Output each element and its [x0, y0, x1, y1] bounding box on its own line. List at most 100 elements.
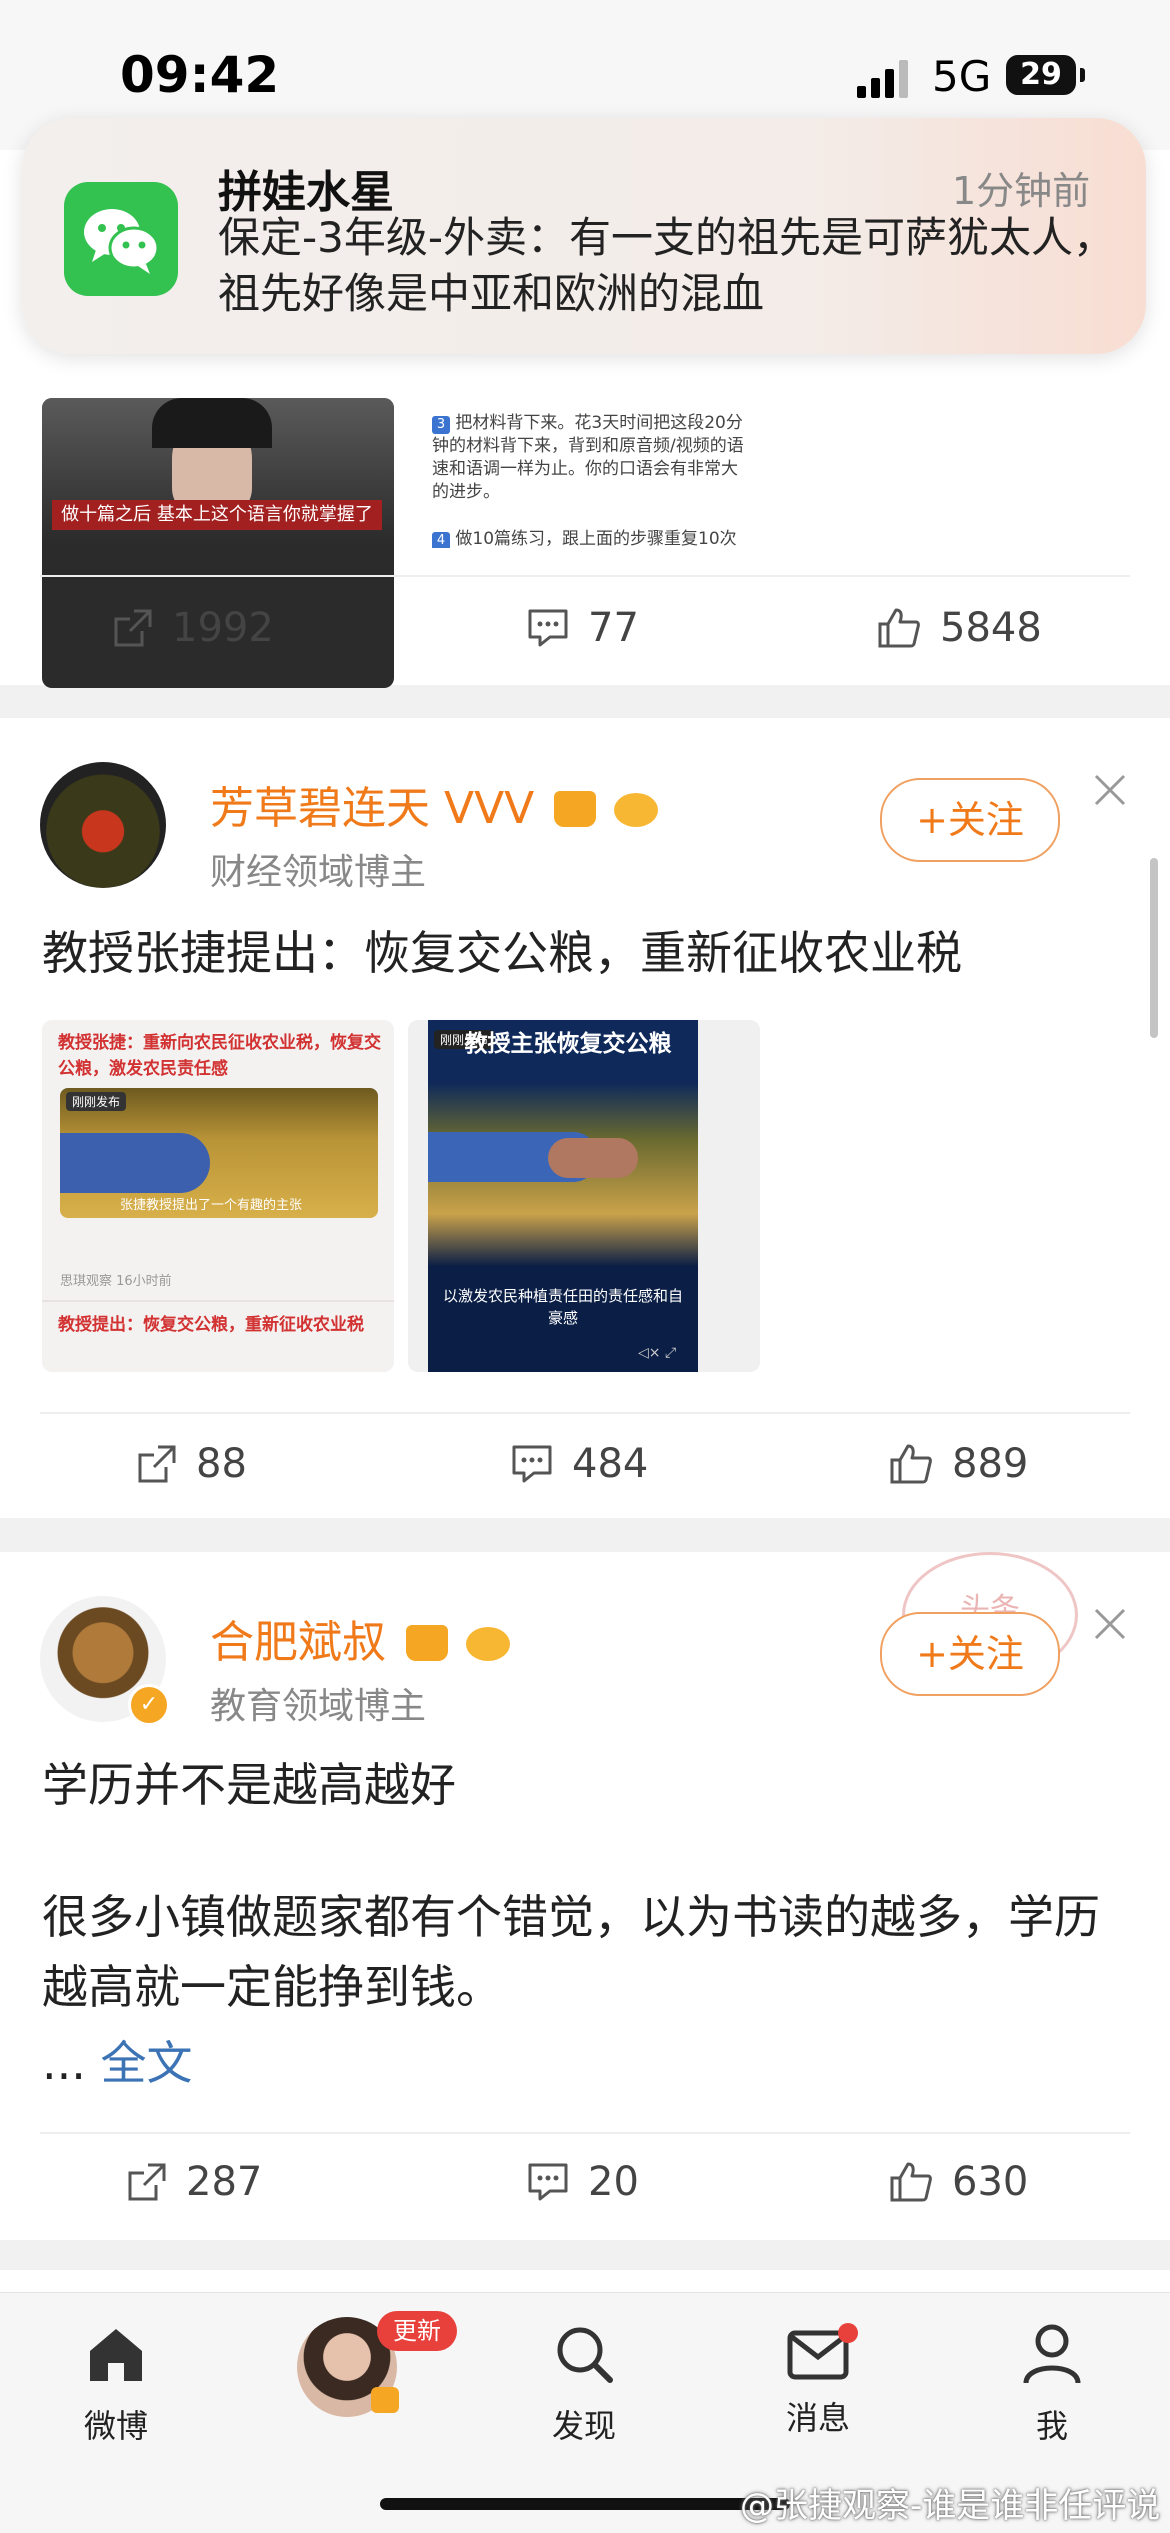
post-card-2: 芳草碧连天 VVV 财经领域博主 +关注 教授张捷提出：恢复交公粮，重新征收农业… [0, 718, 1170, 1518]
image1-headline: 教授张捷：重新向农民征收农业税，恢复交公粮，激发农民责任感 [58, 1033, 381, 1079]
notification-message: 保定-3年级-外卖：有一支的祖先是可萨犹太人，祖先好像是中亚和欧洲的混血 [218, 213, 1116, 318]
follow-button[interactable]: +关注 [880, 1612, 1060, 1696]
thumbs-up-icon [890, 2162, 932, 2202]
post-text-line-1: 学历并不是越高越好 [42, 1758, 456, 1812]
doc-text-line-2: 做10篇练习，跟上面的步骤重复10次 [455, 529, 737, 548]
thumbs-up-icon [890, 1444, 932, 1484]
tab-messages[interactable]: 消息 [748, 2323, 888, 2439]
profile-icon [1023, 2324, 1081, 2384]
tab-discover-label: 发现 [551, 2407, 616, 2445]
comment-icon [528, 609, 568, 647]
comment-count: 20 [588, 2159, 639, 2205]
network-type: 5G [932, 52, 992, 101]
update-badge: 更新 [377, 2311, 457, 2351]
search-icon [557, 2327, 613, 2383]
image1-footer: 教授提出：恢复交公粮，重新征收农业税 [58, 1315, 364, 1335]
source-watermark: @张捷观察-谁是谁非任评说 [740, 2486, 1161, 2526]
share-count: 287 [186, 2159, 263, 2205]
image1-caption: 张捷教授提出了一个有趣的主张 [120, 1198, 303, 1213]
sleeve-shape [60, 1133, 210, 1193]
wechat-icon [64, 182, 178, 296]
comment-count: 77 [588, 605, 639, 651]
post2-image-1[interactable]: 教授张捷：重新向农民征收农业税，恢复交公粮，激发农民责任感 刚刚发布 张捷教授提… [42, 1020, 394, 1372]
wheat-photo: 刚刚发布 张捷教授提出了一个有趣的主张 [60, 1088, 378, 1218]
tab-home[interactable]: 微博 [46, 2323, 186, 2447]
scrollbar[interactable] [1150, 858, 1158, 1038]
comment-icon [528, 2163, 568, 2201]
share-button[interactable]: 88 [136, 1404, 247, 1524]
fish-badge-icon [466, 1627, 510, 1661]
image1-badge: 刚刚发布 [66, 1092, 127, 1111]
username[interactable]: 芳草碧连天 VVV [210, 772, 659, 836]
post1-doc-text: 3 把材料背下来。花3天时间把这段20分钟的材料背下来，背到和原音频/视频的语速… [432, 413, 744, 502]
tab-story[interactable]: 更新 [276, 2311, 457, 2423]
home-indicator[interactable] [380, 2498, 790, 2510]
close-icon[interactable] [1092, 1606, 1128, 1642]
post1-actions: 1992 77 5848 [0, 568, 1170, 688]
full-text-link[interactable]: 全文 [101, 2036, 193, 2090]
unread-dot [838, 2323, 858, 2343]
share-icon [114, 609, 152, 647]
username-text: 芳草碧连天 VVV [210, 783, 535, 834]
like-count: 889 [952, 1441, 1029, 1487]
battery-tip [1080, 68, 1085, 82]
follow-button[interactable]: +关注 [880, 778, 1060, 862]
video-still: 刚刚发布 教授主张恢复交公粮 以激发农民种植责任田的责任感和自豪感 ◁× ⤢ [428, 1020, 698, 1372]
comment-count: 484 [572, 1441, 649, 1487]
post1-doc-text-2: 4 做10篇练习，跟上面的步骤重复10次 [432, 528, 752, 548]
thumbs-up-icon [878, 608, 920, 648]
share-button[interactable]: 1992 [112, 568, 274, 688]
image2-caption: 以激发农民种植责任田的责任感和自豪感 [442, 1287, 683, 1327]
read-more[interactable]: ... 全文 [42, 2028, 193, 2098]
username-text: 合肥斌叔 [210, 1617, 386, 1668]
wechat-notification[interactable]: 拼娃水星 1分钟前 保定-3年级-外卖：有一支的祖先是可萨犹太人，祖先好像是中亚… [22, 118, 1146, 354]
post3-actions: 287 20 630 [0, 2122, 1170, 2242]
share-icon [128, 2163, 166, 2201]
tab-messages-label: 消息 [785, 2399, 850, 2437]
comment-button[interactable]: 77 [526, 568, 639, 688]
tab-me-label: 我 [1035, 2407, 1068, 2445]
crown-badge-icon [406, 1625, 448, 1661]
post2-actions: 88 484 889 [0, 1404, 1170, 1524]
close-icon[interactable] [1092, 772, 1128, 808]
mute-icon[interactable]: ◁× ⤢ [638, 1345, 676, 1361]
notification-time: 1分钟前 [952, 169, 1091, 213]
user-subtitle: 财经领域博主 [210, 852, 427, 893]
user-subtitle: 教育领域博主 [210, 1686, 427, 1727]
share-button[interactable]: 287 [126, 2122, 262, 2242]
image2-title: 教授主张恢复交公粮 [464, 1031, 672, 1057]
video-caption: 做十篇之后 基本上这个语言你就掌握了 [52, 500, 382, 530]
fish-badge-icon [614, 793, 659, 827]
comment-button[interactable]: 20 [526, 2122, 639, 2242]
ellipsis: ... [42, 2036, 86, 2090]
diamond-badge-icon [371, 2387, 399, 2413]
post-card-3: 头条 ✓ 合肥斌叔 教育领域博主 +关注 学历并不是越高越好 很多小镇做题家都有… [0, 1552, 1170, 2240]
like-count: 5848 [940, 605, 1042, 651]
share-icon [138, 1445, 176, 1483]
hand-shape [548, 1138, 638, 1178]
like-button[interactable]: 889 [888, 1404, 1028, 1524]
like-button[interactable]: 5848 [876, 568, 1042, 688]
tab-home-label: 微博 [83, 2407, 148, 2445]
comment-icon [512, 1445, 552, 1483]
tab-discover[interactable]: 发现 [514, 2323, 654, 2447]
crown-badge-icon [554, 791, 597, 827]
doc-text-line-1: 把材料背下来。花3天时间把这段20分钟的材料背下来，背到和原音频/视频的语速和语… [432, 413, 744, 502]
share-count: 1992 [172, 605, 274, 651]
verified-badge-icon: ✓ [128, 1684, 170, 1726]
image1-meta: 思琪观察 16小时前 [60, 1274, 172, 1289]
user-avatar[interactable] [40, 762, 166, 888]
like-button[interactable]: 630 [888, 2122, 1028, 2242]
tab-me[interactable]: 我 [982, 2323, 1122, 2447]
like-count: 630 [952, 2159, 1029, 2205]
cellular-signal-icon [857, 60, 908, 98]
username[interactable]: 合肥斌叔 [210, 1606, 510, 1670]
battery-icon: 29 [1006, 55, 1076, 95]
post-text-line-2: 很多小镇做题家都有个错觉，以为书读的越多，学历越高就一定能挣到钱。 [42, 1890, 1100, 2014]
share-count: 88 [196, 1441, 247, 1487]
post2-image-2[interactable]: 刚刚发布 教授主张恢复交公粮 以激发农民种植责任田的责任感和自豪感 ◁× ⤢ [408, 1020, 760, 1372]
status-time: 09:42 [120, 46, 280, 104]
comment-button[interactable]: 484 [510, 1404, 648, 1524]
post-text: 教授张捷提出：恢复交公粮，重新征收农业税 [42, 926, 962, 980]
home-icon [90, 2329, 142, 2381]
